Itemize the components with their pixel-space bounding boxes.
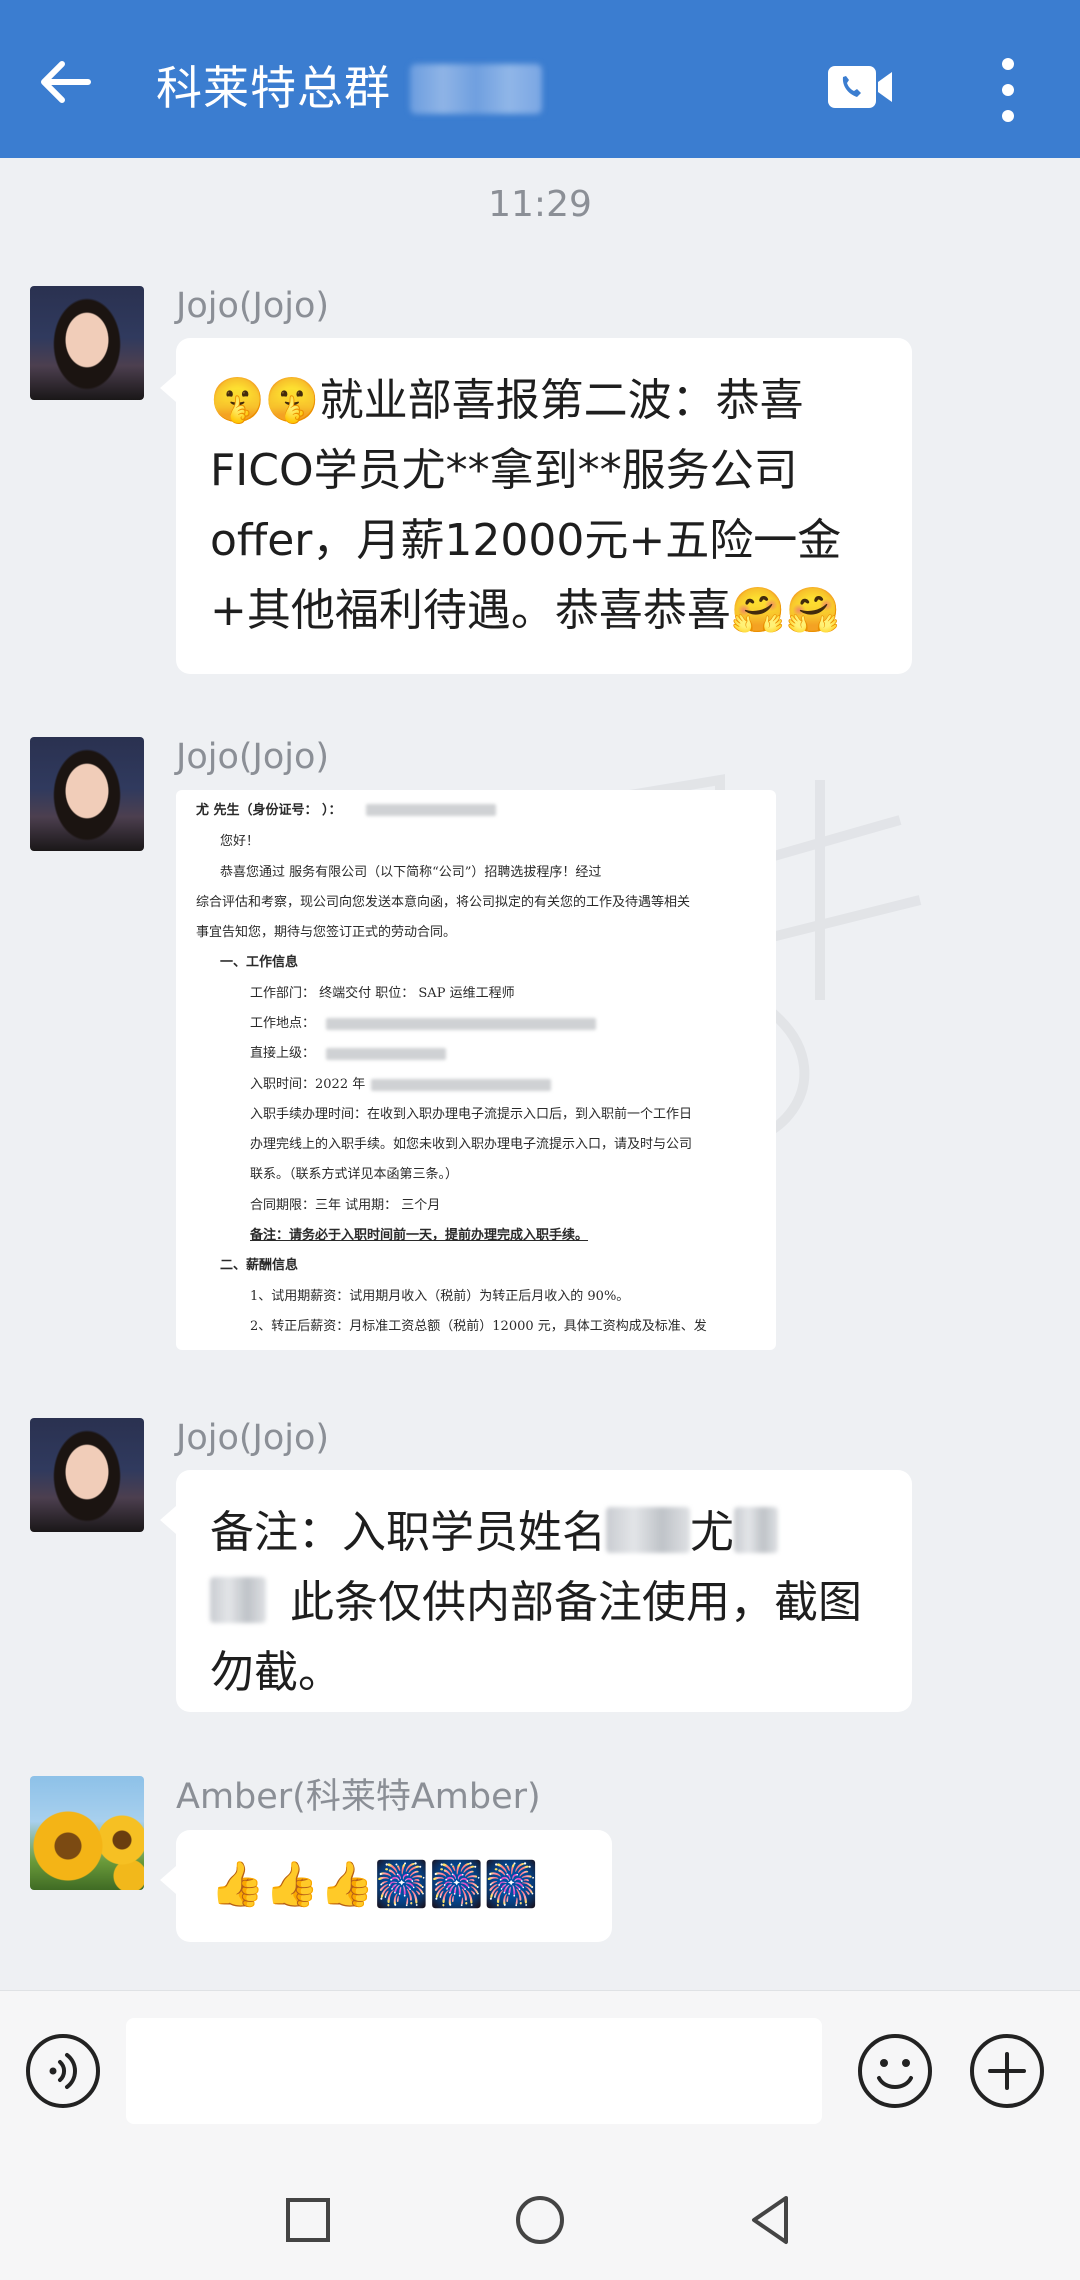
sender-name: Jojo(Jojo)	[176, 1418, 330, 1458]
avatar-amber[interactable]	[30, 1776, 144, 1890]
redacted-name	[734, 1507, 778, 1553]
plus-icon[interactable]	[968, 2032, 1046, 2110]
message-text: 🤫🤫就业部喜报第二波：恭喜FICO学员尤**拿到**服务公司offer，月薪12…	[210, 375, 842, 636]
doc-line: 事宜告知您，期待与您签订正式的劳动合同。	[196, 925, 457, 940]
doc-line: 您好！	[220, 834, 260, 849]
message-bubble[interactable]: 备注：入职学员姓名 尤 此条仅供内部备注使用，截图勿截。	[160, 1470, 912, 1712]
doc-line: 工作部门： 终端交付 职位： SAP 运维工程师	[250, 986, 515, 1001]
chat-header: 科莱特总群	[0, 0, 1080, 158]
message-input[interactable]	[126, 2018, 822, 2124]
doc-line: 尤 先生（身份证号： ）：	[196, 803, 342, 818]
sender-name: Jojo(Jojo)	[176, 737, 330, 777]
redacted-title-part	[410, 64, 542, 114]
doc-line: 直接上级：	[250, 1046, 316, 1061]
offer-letter-image[interactable]: 尤 先生（身份证号： ）： 您好！ 恭喜您通过 服务有限公司（以下简称“公司”）…	[176, 790, 776, 1350]
video-call-icon[interactable]	[826, 62, 896, 112]
voice-icon[interactable]	[24, 2032, 102, 2110]
back-arrow-icon[interactable]	[32, 50, 96, 114]
doc-line: 办理完线上的入职手续。如您未收到入职办理电子流提示入口，请及时与公司	[250, 1137, 693, 1152]
doc-line: 入职手续办理时间：在收到入职办理电子流提示入口后，到入职前一个工作日	[250, 1107, 693, 1122]
message-text: 此条仅供内部备注使用，截图勿截。	[210, 1577, 862, 1698]
chat-title[interactable]: 科莱特总群	[156, 56, 391, 120]
avatar-jojo[interactable]	[30, 286, 144, 400]
emoji-icon[interactable]	[856, 2032, 934, 2110]
redacted-name	[606, 1507, 690, 1553]
home-icon[interactable]	[512, 2192, 568, 2248]
message-text: 备注：入职学员姓名	[210, 1507, 606, 1558]
message-text: 👍👍👍🎆🎆🎆	[210, 1859, 539, 1910]
doc-line: 联系。（联系方式详见本函第三条。）	[250, 1167, 459, 1182]
avatar-jojo[interactable]	[30, 737, 144, 851]
doc-line: 综合评估和考察，现公司向您发送本意向函，将公司拟定的有关您的工作及待遇等相关	[196, 895, 691, 910]
doc-line: 入职时间：2022 年	[250, 1077, 366, 1092]
redacted-field	[326, 1018, 596, 1030]
redacted-name	[210, 1577, 266, 1623]
message-bubble[interactable]: 🤫🤫就业部喜报第二波：恭喜FICO学员尤**拿到**服务公司offer，月薪12…	[160, 338, 912, 674]
message-bubble[interactable]: 👍👍👍🎆🎆🎆	[160, 1830, 612, 1942]
avatar-jojo[interactable]	[30, 1418, 144, 1532]
sender-name: Amber(科莱特Amber)	[176, 1777, 541, 1817]
doc-line: 二、薪酬信息	[220, 1258, 299, 1273]
redacted-field	[371, 1079, 551, 1091]
more-vertical-icon[interactable]	[990, 54, 1026, 126]
sender-name: Jojo(Jojo)	[176, 286, 330, 326]
doc-line: 工作地点：	[250, 1016, 316, 1031]
back-icon[interactable]	[742, 2192, 798, 2248]
doc-line: 2、转正后薪资：月标准工资总额（税前）12000 元，具体工资构成及标准、发	[250, 1319, 707, 1334]
doc-line: 1、试用期薪资：试用期月收入（税前）为转正后月收入的 90%。	[250, 1289, 630, 1304]
doc-line: 恭喜您通过 服务有限公司（以下简称“公司”）招聘选拔程序！经过	[220, 865, 602, 880]
redacted-field	[366, 804, 496, 816]
time-separator: 11:29	[488, 184, 592, 225]
doc-line: 备注：请务必于入职时间前一天，提前办理完成入职手续。	[250, 1228, 589, 1243]
doc-line: 合同期限：三年 试用期： 三个月	[250, 1198, 441, 1213]
recent-apps-icon[interactable]	[280, 2192, 336, 2248]
doc-line: 一、工作信息	[220, 955, 299, 970]
redacted-field	[326, 1048, 446, 1060]
message-text: 尤	[690, 1507, 734, 1558]
